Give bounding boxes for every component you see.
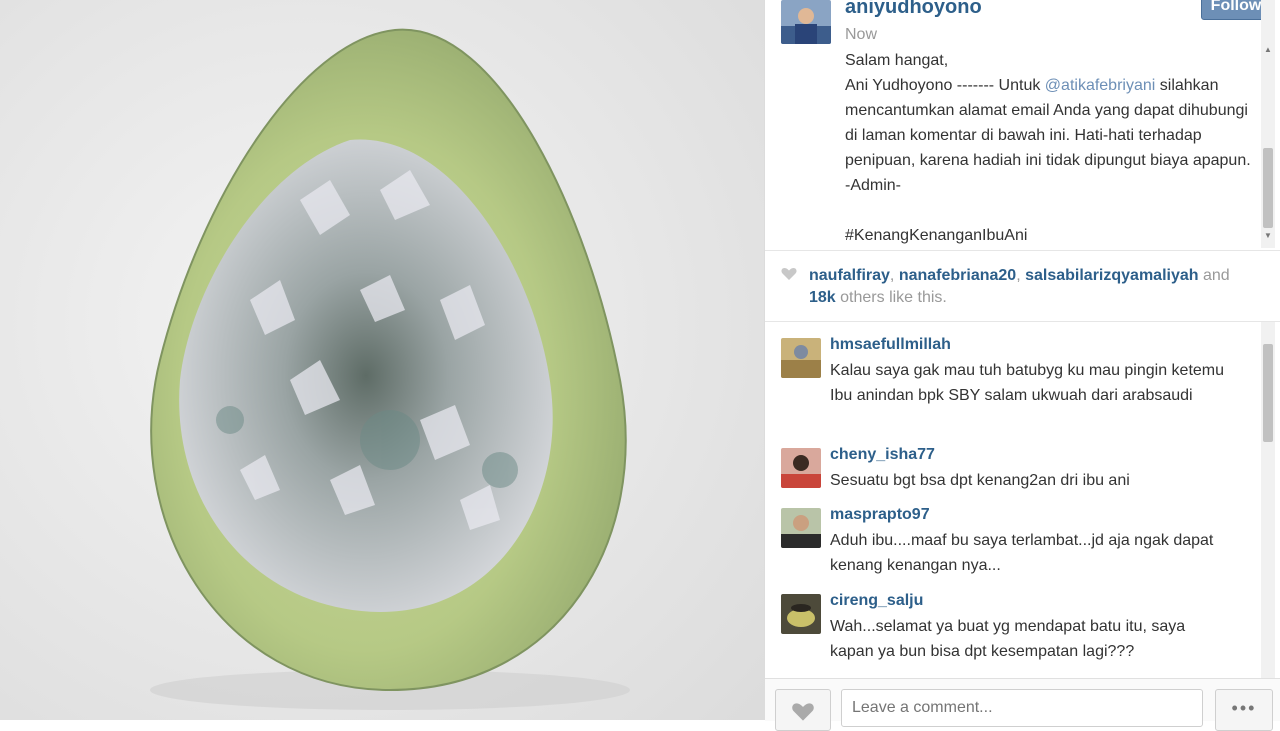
liker-link[interactable]: salsabilarizqyamaliyah (1025, 267, 1198, 284)
comments-list: hmsaefullmillah Kalau saya gak mau tuh b… (765, 322, 1280, 678)
comment-username[interactable]: hmsaefullmillah (830, 336, 951, 354)
comments-scroll-thumb[interactable] (1263, 344, 1273, 442)
caption-text-start: Salam hangat, Ani Yudhoyono ------- Untu… (845, 52, 1041, 94)
scroll-down-icon[interactable]: ▼ (1261, 230, 1275, 242)
commenter-avatar[interactable] (781, 594, 821, 634)
geode-image (0, 0, 764, 720)
comment-text: Aduh ibu....maaf bu saya terlambat...jd … (830, 532, 1214, 574)
likes-count[interactable]: 18k (809, 289, 836, 306)
comment-text: Sesuatu bgt bsa dpt kenang2an dri ibu an… (830, 472, 1130, 489)
comment-bar: ••• (765, 678, 1280, 731)
comment-username[interactable]: cireng_salju (830, 592, 923, 610)
likes-section: naufalfiray, nanafebriana20, salsabilari… (765, 251, 1280, 322)
author-avatar[interactable] (781, 0, 831, 44)
comment-input[interactable] (841, 689, 1203, 727)
author-username[interactable]: aniyudhoyono (845, 0, 982, 19)
caption-scroll-thumb[interactable] (1263, 148, 1273, 228)
caption-area: aniyudhoyono Follow Now Salam hangat, An… (765, 0, 1280, 251)
post-photo (0, 0, 764, 720)
caption-scrollbar[interactable]: ▲ ▼ (1261, 0, 1275, 248)
likes-suffix: others like this. (835, 289, 947, 306)
heart-icon (791, 702, 815, 727)
liker-link[interactable]: naufalfiray (809, 267, 890, 284)
comment-text: Wah...selamat ya buat yg mendapat batu i… (830, 618, 1186, 660)
caption-mention-link[interactable]: @atikafebriyani (1045, 77, 1156, 94)
commenter-avatar[interactable] (781, 508, 821, 548)
commenter-avatar[interactable] (781, 338, 821, 378)
like-button[interactable] (775, 689, 831, 731)
likes-text: naufalfiray, nanafebriana20, salsabilari… (809, 265, 1259, 309)
liker-link[interactable]: nanafebriana20 (899, 267, 1016, 284)
comments-scrollbar[interactable] (1261, 322, 1275, 678)
post-side-panel: aniyudhoyono Follow Now Salam hangat, An… (764, 0, 1280, 731)
comment-username[interactable]: masprapto97 (830, 506, 930, 524)
more-options-button[interactable]: ••• (1215, 689, 1273, 731)
likes-separator: , (889, 267, 899, 284)
likes-separator: , (1016, 267, 1026, 284)
commenter-avatar[interactable] (781, 448, 821, 488)
caption-text-end: silahkan mencantumkan alamat email Anda … (845, 77, 1251, 244)
post-timestamp: Now (845, 26, 878, 43)
comment-username[interactable]: cheny_isha77 (830, 446, 935, 464)
scroll-up-icon[interactable]: ▲ (1261, 44, 1275, 56)
likes-and: and (1198, 267, 1230, 284)
comment-text: Kalau saya gak mau tuh batubyg ku mau pi… (830, 362, 1225, 404)
likes-heart-icon (781, 267, 797, 286)
post-caption: Salam hangat, Ani Yudhoyono ------- Untu… (845, 48, 1253, 248)
